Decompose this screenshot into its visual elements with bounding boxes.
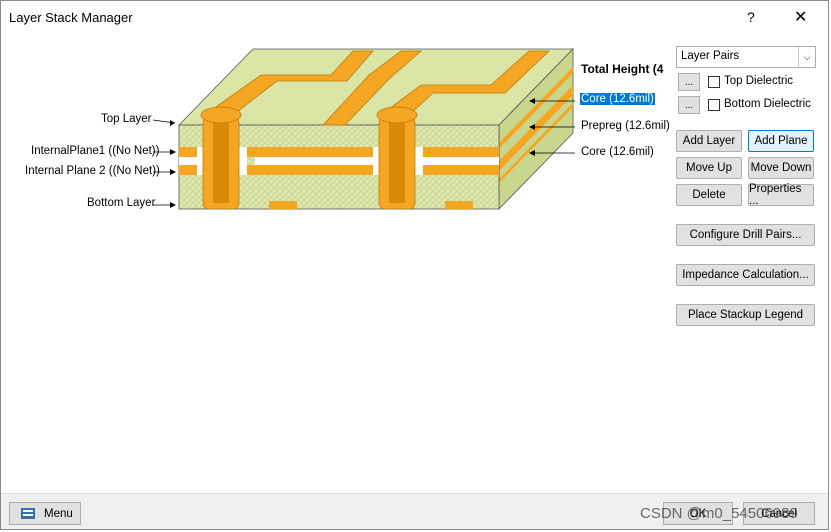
impedance-calculation-button[interactable]: Impedance Calculation... xyxy=(676,264,815,286)
stack-diagram: Top Layer InternalPlane1 ((No Net)) Inte… xyxy=(1,35,671,235)
chevron-down-icon[interactable]: ⌵ xyxy=(798,47,815,67)
watermark-text: CSDN @m0_54506989 xyxy=(640,505,798,522)
layer-stack-manager-window: Layer Stack Manager ? ✕ Top Layer Intern… xyxy=(0,0,829,530)
layer-pairs-value: Layer Pairs xyxy=(681,50,740,62)
label-core-2[interactable]: Core (12.6mil) xyxy=(581,146,654,158)
move-down-button[interactable]: Move Down xyxy=(748,157,814,179)
bottom-dielectric-ellipsis-button[interactable]: ... xyxy=(678,96,700,114)
label-internal-plane-2: Internal Plane 2 ((No Net)) xyxy=(25,165,160,177)
close-button[interactable]: ✕ xyxy=(794,7,807,27)
label-internal-plane-1: InternalPlane1 ((No Net)) xyxy=(31,145,160,157)
add-plane-button[interactable]: Add Plane xyxy=(748,130,814,152)
title-bar: Layer Stack Manager ? ✕ xyxy=(1,1,828,35)
menu-icon xyxy=(21,507,35,519)
label-top-layer: Top Layer xyxy=(101,113,152,125)
label-bottom-layer: Bottom Layer xyxy=(87,197,156,209)
menu-label: Menu xyxy=(44,507,73,520)
configure-drill-pairs-button[interactable]: Configure Drill Pairs... xyxy=(676,224,815,246)
add-layer-button[interactable]: Add Layer xyxy=(676,130,742,152)
place-stackup-legend-button[interactable]: Place Stackup Legend xyxy=(676,304,815,326)
properties-button[interactable]: Properties ... xyxy=(748,183,814,207)
top-dielectric-checkbox[interactable] xyxy=(708,76,720,88)
label-core-1[interactable]: Core (12.6mil) xyxy=(580,93,655,105)
delete-button[interactable]: Delete xyxy=(676,184,742,206)
menu-button[interactable]: Menu xyxy=(9,502,81,525)
top-dielectric-label: Top Dielectric xyxy=(724,75,794,87)
total-height-label: Total Height (4 xyxy=(581,62,664,76)
layer-pairs-select[interactable]: Layer Pairs ⌵ xyxy=(676,46,816,68)
bottom-dielectric-checkbox[interactable] xyxy=(708,99,720,111)
top-dielectric-ellipsis-button[interactable]: ... xyxy=(678,73,700,91)
label-prepreg[interactable]: Prepreg (12.6mil) xyxy=(581,120,670,132)
move-up-button[interactable]: Move Up xyxy=(676,157,742,179)
bottom-dielectric-label: Bottom Dielectric xyxy=(724,98,811,110)
window-title: Layer Stack Manager xyxy=(9,10,133,25)
help-button[interactable]: ? xyxy=(747,9,755,25)
